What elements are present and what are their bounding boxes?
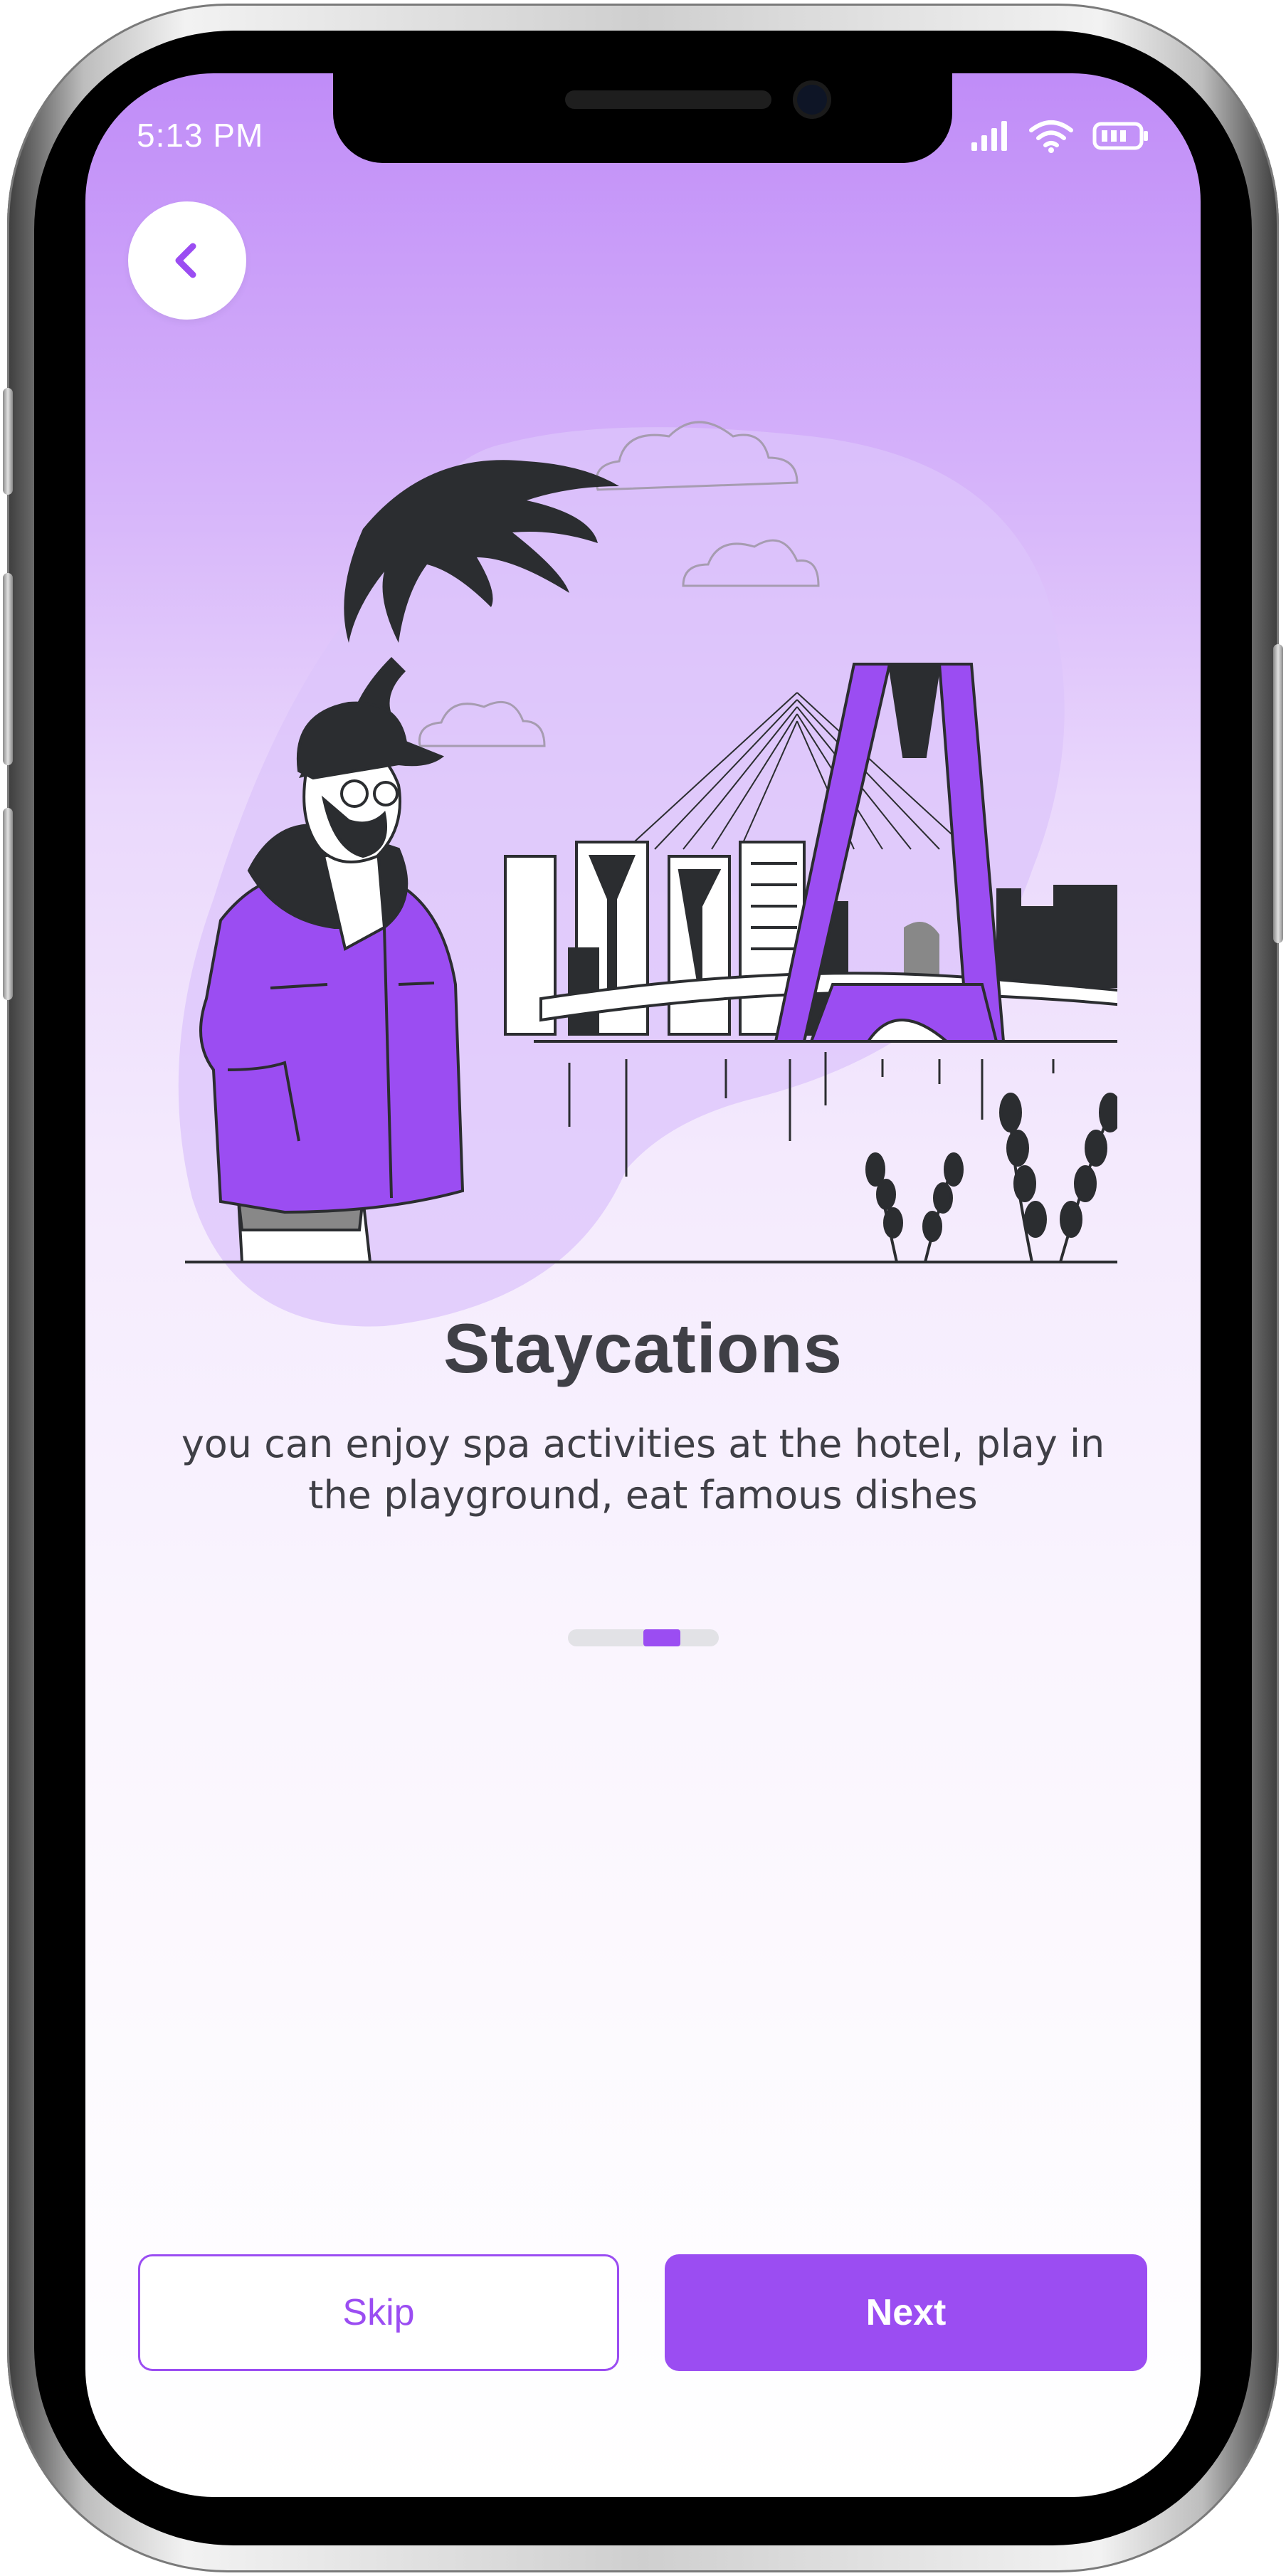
mute-switch xyxy=(3,388,13,495)
volume-down-button xyxy=(3,808,13,1000)
plant-icon xyxy=(865,1093,1117,1263)
front-camera xyxy=(797,85,827,115)
power-button xyxy=(1273,644,1283,943)
back-button[interactable] xyxy=(128,201,246,320)
next-button[interactable]: Next xyxy=(665,2254,1147,2371)
wifi-icon xyxy=(1029,120,1073,153)
notch xyxy=(333,73,952,163)
staycation-illustration xyxy=(178,421,1117,1327)
volume-up-button xyxy=(3,573,13,765)
onboarding-description: you can enjoy spa activities at the hote… xyxy=(181,1421,1105,1518)
pager-indicator xyxy=(568,1629,719,1646)
battery-icon xyxy=(1092,122,1148,150)
chevron-left-icon xyxy=(175,243,196,278)
skip-button[interactable]: Skip xyxy=(138,2254,619,2371)
signal-icon xyxy=(971,121,1007,151)
earpiece-speaker xyxy=(565,90,771,109)
status-icons xyxy=(970,119,1149,153)
app-screen: 5:13 PM Staycations you can enjoy spa ac… xyxy=(85,73,1201,2497)
onboarding-title: Staycations xyxy=(443,1309,843,1387)
status-time: 5:13 PM xyxy=(137,117,264,154)
pager-active-segment xyxy=(643,1629,680,1646)
